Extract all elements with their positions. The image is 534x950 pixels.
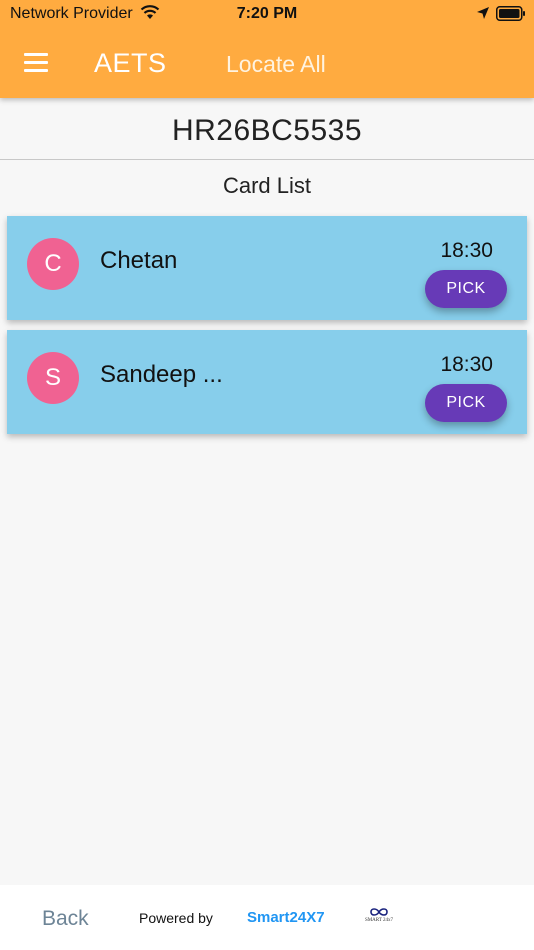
- logo-text: SMART 24x7: [364, 918, 394, 923]
- locate-all-button[interactable]: Locate All: [226, 51, 326, 78]
- status-bar: Network Provider 7:20 PM: [0, 0, 534, 30]
- brand-name: Smart24X7: [247, 909, 325, 926]
- footer: Back Powered by Smart24X7 SMART 24x7: [0, 885, 534, 950]
- card-name: Sandeep ...: [100, 361, 223, 388]
- vehicle-number: HR26BC5535: [171, 114, 363, 147]
- pick-button[interactable]: PICK: [425, 384, 507, 422]
- hamburger-menu-icon[interactable]: [24, 53, 50, 73]
- divider: [0, 159, 534, 160]
- battery-icon: [496, 6, 525, 21]
- powered-by-label: Powered by: [139, 910, 213, 926]
- app-header: Network Provider 7:20 PM AETS Locate All: [0, 0, 534, 98]
- pick-button[interactable]: PICK: [425, 270, 507, 308]
- card-item[interactable]: S Sandeep ... 18:30 PICK: [7, 330, 527, 434]
- status-time: 7:20 PM: [236, 5, 298, 22]
- card-item[interactable]: C Chetan 18:30 PICK: [7, 216, 527, 320]
- section-title: Card List: [222, 173, 312, 198]
- avatar: C: [27, 238, 79, 290]
- brand-logo: SMART 24x7: [361, 907, 397, 929]
- back-button[interactable]: Back: [42, 907, 89, 931]
- app-title: AETS: [94, 48, 167, 78]
- infinity-logo-icon: [370, 908, 388, 916]
- card-name: Chetan: [100, 247, 178, 274]
- card-time: 18:30: [440, 239, 493, 262]
- location-arrow-icon: [477, 7, 489, 19]
- card-time: 18:30: [440, 353, 493, 376]
- avatar: S: [27, 352, 79, 404]
